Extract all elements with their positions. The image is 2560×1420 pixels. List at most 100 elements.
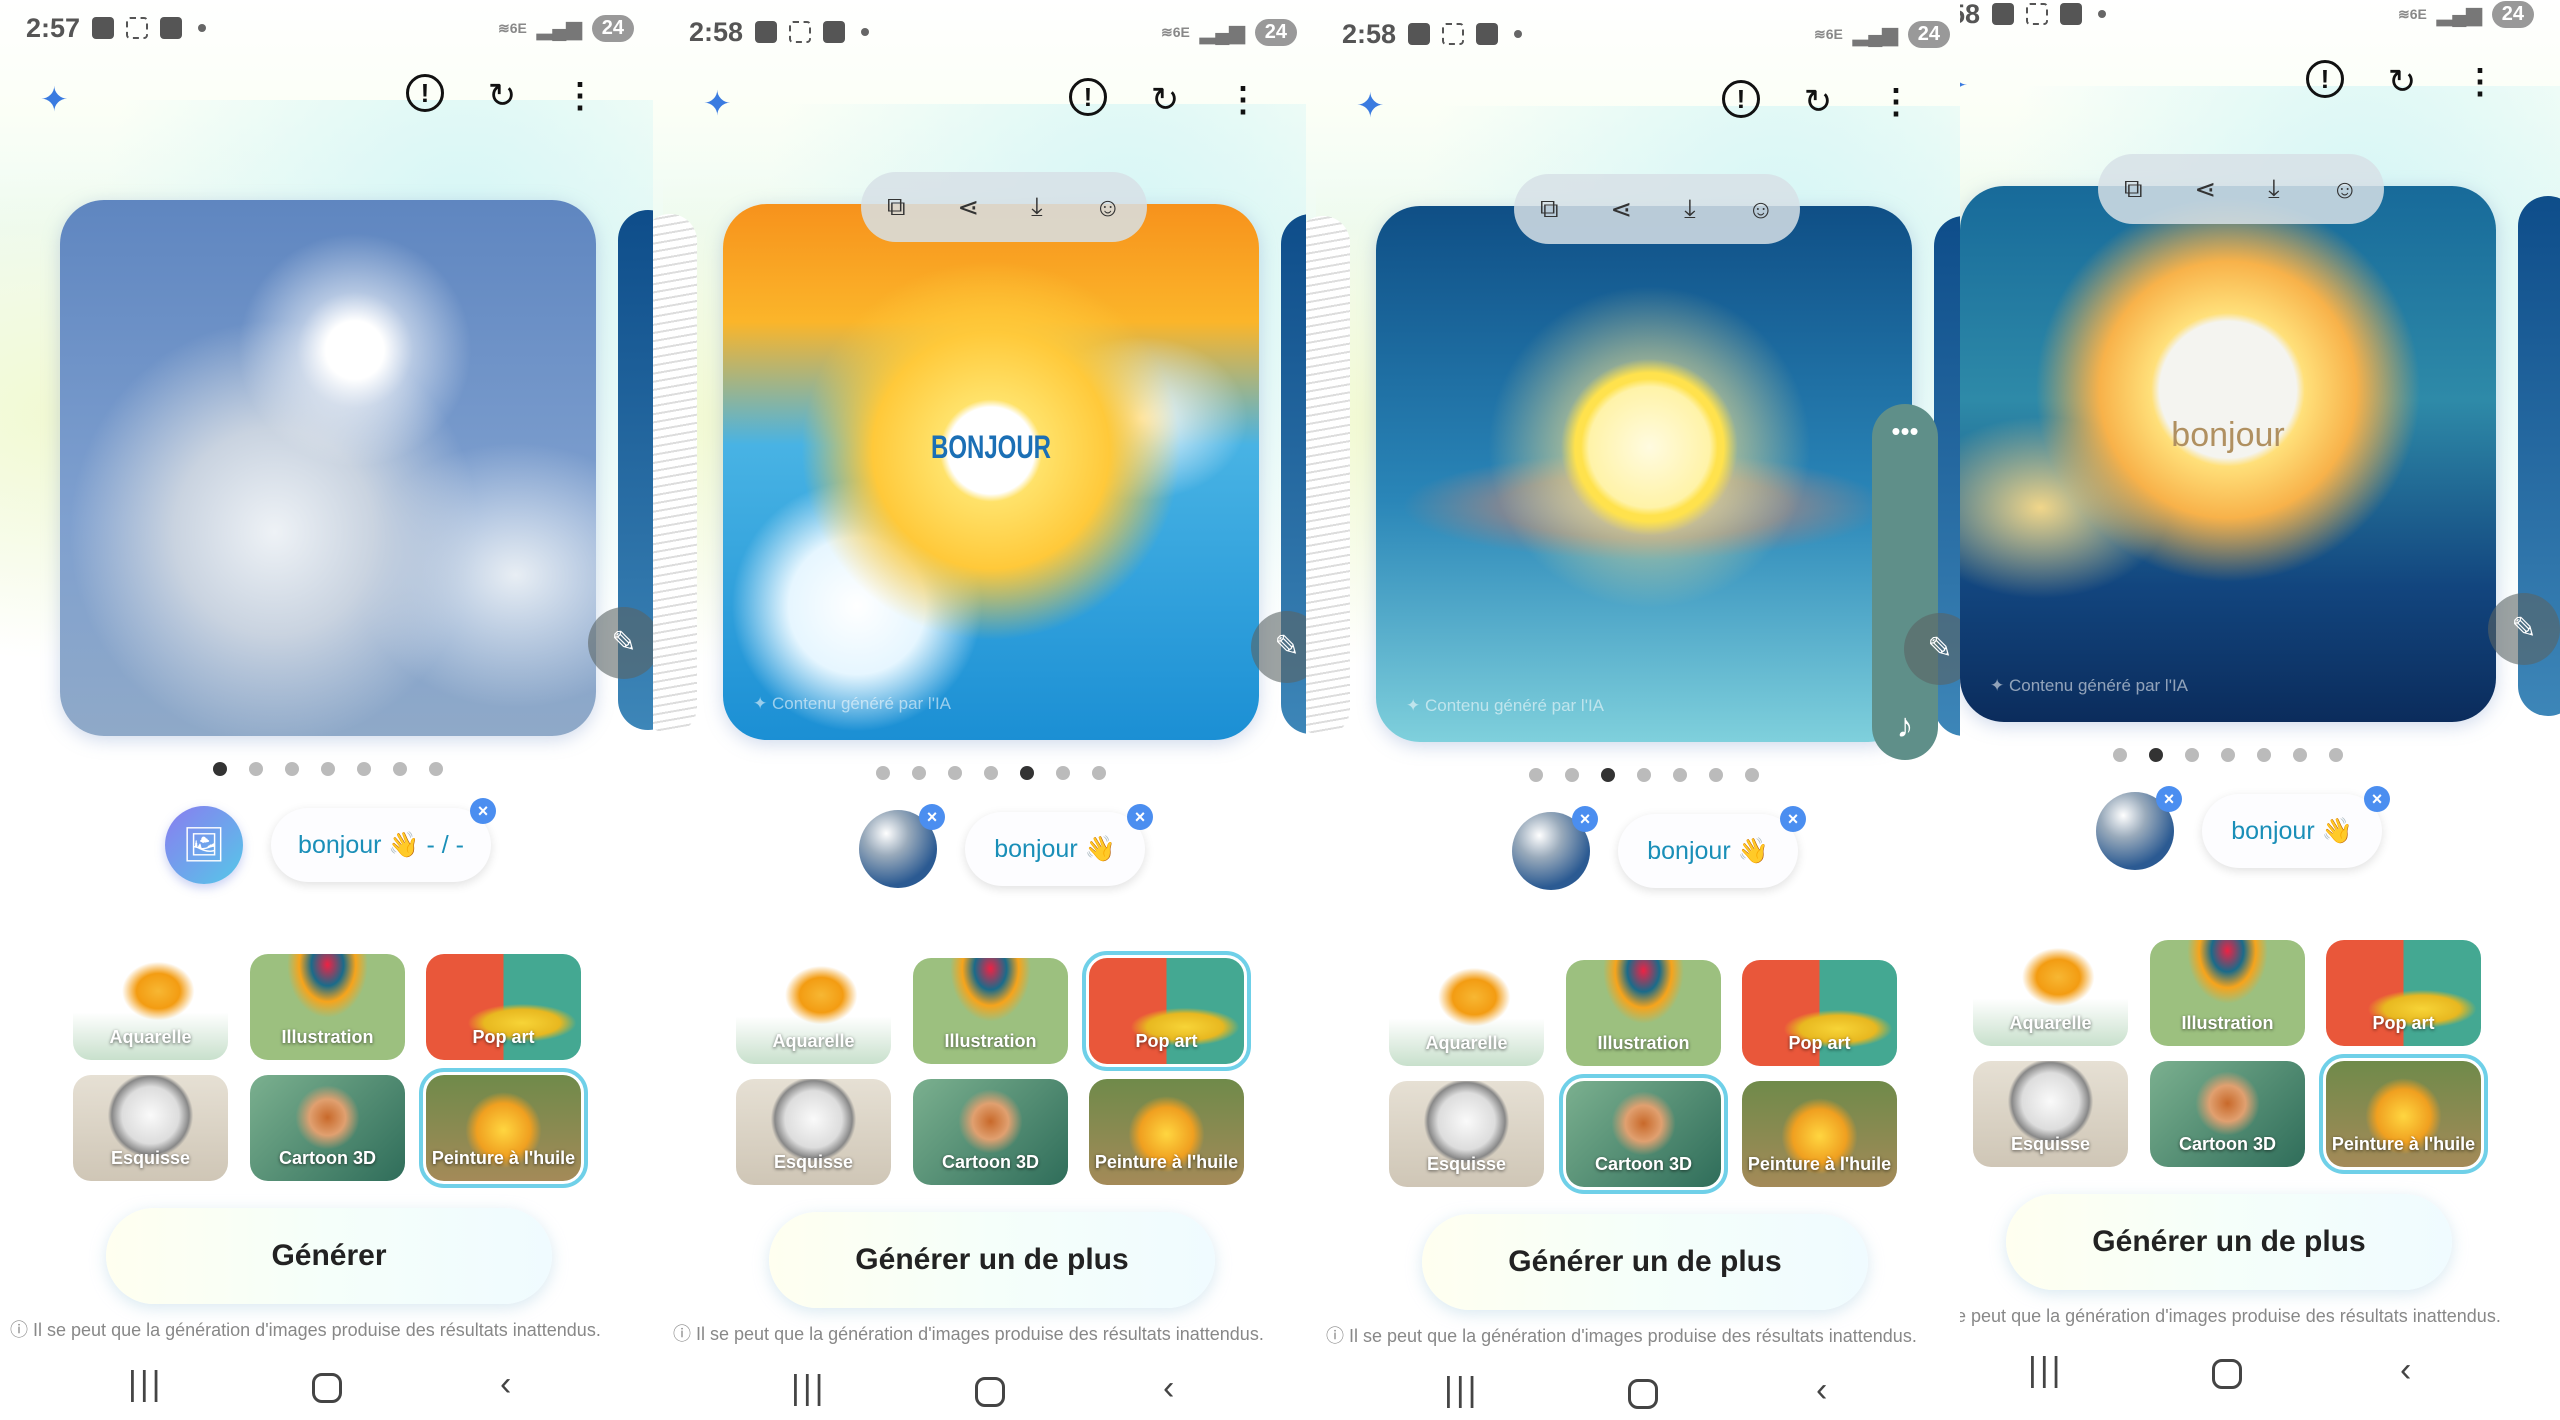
remove-prompt-button[interactable]: × bbox=[470, 798, 496, 824]
edit-button[interactable]: ✎ bbox=[2488, 593, 2560, 665]
share-icon[interactable]: ⋖ bbox=[1610, 194, 1632, 225]
generate-button[interactable]: Générer bbox=[106, 1208, 552, 1304]
side-panel[interactable]: ••• ♪ bbox=[1872, 404, 1938, 760]
home-button[interactable] bbox=[975, 1377, 1005, 1407]
page-indicator-dot[interactable] bbox=[1709, 768, 1723, 782]
more-options-button[interactable]: ⋮ bbox=[2458, 60, 2502, 104]
refresh-button[interactable]: ↻ bbox=[2380, 60, 2424, 104]
refresh-button[interactable]: ↻ bbox=[1143, 78, 1187, 122]
back-button[interactable]: ‹ bbox=[1163, 1369, 1174, 1408]
page-indicator-dot[interactable] bbox=[393, 762, 407, 776]
report-button[interactable]: ! bbox=[2306, 60, 2344, 98]
back-button[interactable]: ‹ bbox=[2400, 1351, 2411, 1390]
style-option-cartoon-3d[interactable]: Cartoon 3D bbox=[1559, 1074, 1728, 1194]
copy-icon[interactable]: ⧉ bbox=[2124, 173, 2143, 205]
prompt-chip[interactable]: bonjour 👋 bbox=[1618, 814, 1798, 888]
more-horizontal-icon[interactable]: ••• bbox=[1872, 416, 1938, 447]
previous-image-preview[interactable] bbox=[1306, 216, 1350, 736]
page-indicator-dot[interactable] bbox=[1637, 768, 1651, 782]
report-button[interactable]: ! bbox=[1069, 78, 1107, 116]
style-option-esquisse[interactable]: Esquisse bbox=[73, 1075, 228, 1181]
remove-prompt-button[interactable]: × bbox=[1127, 804, 1153, 830]
style-option-illustration[interactable]: Illustration bbox=[913, 958, 1068, 1064]
remove-prompt-button[interactable]: × bbox=[2364, 786, 2390, 812]
page-indicator-dot[interactable] bbox=[2113, 748, 2127, 762]
share-icon[interactable]: ⋖ bbox=[2194, 174, 2216, 205]
share-icon[interactable]: ⋖ bbox=[957, 192, 979, 223]
home-button[interactable] bbox=[312, 1373, 342, 1403]
generated-image[interactable]: bonjour ✦ Contenu généré par l'IA bbox=[1960, 186, 2496, 722]
generate-button[interactable]: Générer un de plus bbox=[769, 1212, 1215, 1308]
style-option-pop-art[interactable]: Pop art bbox=[2326, 940, 2481, 1046]
style-option-illustration[interactable]: Illustration bbox=[250, 954, 405, 1060]
remove-image-button[interactable]: × bbox=[919, 804, 945, 830]
generated-image[interactable]: BONJOUR ✦ Contenu généré par l'IA bbox=[723, 204, 1259, 740]
more-options-button[interactable]: ⋮ bbox=[1874, 80, 1918, 124]
page-indicator-dot[interactable] bbox=[2185, 748, 2199, 762]
style-option-esquisse[interactable]: Esquisse bbox=[1973, 1061, 2128, 1167]
recent-apps-button[interactable]: ||| bbox=[128, 1365, 164, 1404]
page-indicator-dot[interactable] bbox=[2257, 748, 2271, 762]
page-indicator-dot[interactable] bbox=[285, 762, 299, 776]
download-icon[interactable]: ⤓ bbox=[1684, 193, 1696, 225]
style-option-pop-art[interactable]: Pop art bbox=[426, 954, 581, 1060]
style-option-cartoon-3d[interactable]: Cartoon 3D bbox=[2150, 1061, 2305, 1167]
page-indicator-dot[interactable] bbox=[1673, 768, 1687, 782]
style-option-esquisse[interactable]: Esquisse bbox=[736, 1079, 891, 1185]
page-indicator-dot[interactable] bbox=[213, 762, 227, 776]
report-button[interactable]: ! bbox=[1722, 80, 1760, 118]
style-option-peinture-l-huile[interactable]: Peinture à l'huile bbox=[2319, 1054, 2488, 1174]
page-indicator-dot[interactable] bbox=[249, 762, 263, 776]
page-indicator-dot[interactable] bbox=[876, 766, 890, 780]
style-option-illustration[interactable]: Illustration bbox=[2150, 940, 2305, 1046]
style-option-aquarelle[interactable]: Aquarelle bbox=[1389, 960, 1544, 1066]
back-button[interactable]: ‹ bbox=[1816, 1371, 1827, 1410]
sticker-icon[interactable]: ☺ bbox=[2331, 174, 2358, 205]
page-indicator-dot[interactable] bbox=[1601, 768, 1615, 782]
home-button[interactable] bbox=[1628, 1379, 1658, 1409]
page-indicator-dot[interactable] bbox=[1529, 768, 1543, 782]
style-option-pop-art[interactable]: Pop art bbox=[1082, 951, 1251, 1071]
edit-button[interactable]: ✎ bbox=[588, 607, 653, 679]
style-option-peinture-l-huile[interactable]: Peinture à l'huile bbox=[1742, 1081, 1897, 1187]
remove-image-button[interactable]: × bbox=[2156, 786, 2182, 812]
refresh-button[interactable]: ↻ bbox=[1796, 80, 1840, 124]
prompt-chip[interactable]: bonjour 👋 bbox=[965, 812, 1145, 886]
download-icon[interactable]: ⤓ bbox=[2268, 173, 2280, 205]
style-option-esquisse[interactable]: Esquisse bbox=[1389, 1081, 1544, 1187]
refresh-button[interactable]: ↻ bbox=[480, 74, 524, 118]
generated-image[interactable]: ✦ Contenu généré par l'IA bbox=[1376, 206, 1912, 742]
remove-prompt-button[interactable]: × bbox=[1780, 806, 1806, 832]
prompt-chip[interactable]: bonjour 👋 - / - bbox=[271, 808, 491, 882]
generate-button[interactable]: Générer un de plus bbox=[2006, 1194, 2452, 1290]
page-indicator-dot[interactable] bbox=[912, 766, 926, 780]
page-indicator-dot[interactable] bbox=[1745, 768, 1759, 782]
home-button[interactable] bbox=[2212, 1359, 2242, 1389]
page-indicator-dot[interactable] bbox=[2149, 748, 2163, 762]
copy-icon[interactable]: ⧉ bbox=[1540, 193, 1559, 225]
style-option-cartoon-3d[interactable]: Cartoon 3D bbox=[250, 1075, 405, 1181]
previous-image-preview[interactable] bbox=[653, 214, 697, 734]
recent-apps-button[interactable]: ||| bbox=[791, 1369, 827, 1408]
sticker-icon[interactable]: ☺ bbox=[1094, 192, 1121, 223]
page-indicator-dot[interactable] bbox=[1092, 766, 1106, 780]
style-option-peinture-l-huile[interactable]: Peinture à l'huile bbox=[1089, 1079, 1244, 1185]
page-indicator-dot[interactable] bbox=[984, 766, 998, 780]
page-indicator-dot[interactable] bbox=[1056, 766, 1070, 780]
page-indicator-dot[interactable] bbox=[1020, 766, 1034, 780]
style-option-aquarelle[interactable]: Aquarelle bbox=[73, 954, 228, 1060]
page-indicator-dot[interactable] bbox=[321, 762, 335, 776]
sticker-icon[interactable]: ☺ bbox=[1747, 194, 1774, 225]
style-option-pop-art[interactable]: Pop art bbox=[1742, 960, 1897, 1066]
recent-apps-button[interactable]: ||| bbox=[2028, 1351, 2064, 1390]
page-indicator-dot[interactable] bbox=[2293, 748, 2307, 762]
add-image-button[interactable]: 🖼 bbox=[165, 806, 243, 884]
report-button[interactable]: ! bbox=[406, 74, 444, 112]
copy-icon[interactable]: ⧉ bbox=[887, 191, 906, 223]
more-options-button[interactable]: ⋮ bbox=[558, 74, 602, 118]
recent-apps-button[interactable]: ||| bbox=[1444, 1371, 1480, 1410]
music-note-icon[interactable]: ♪ bbox=[1872, 707, 1938, 746]
style-option-peinture-l-huile[interactable]: Peinture à l'huile bbox=[419, 1068, 588, 1188]
page-indicator-dot[interactable] bbox=[429, 762, 443, 776]
style-option-aquarelle[interactable]: Aquarelle bbox=[1973, 940, 2128, 1046]
